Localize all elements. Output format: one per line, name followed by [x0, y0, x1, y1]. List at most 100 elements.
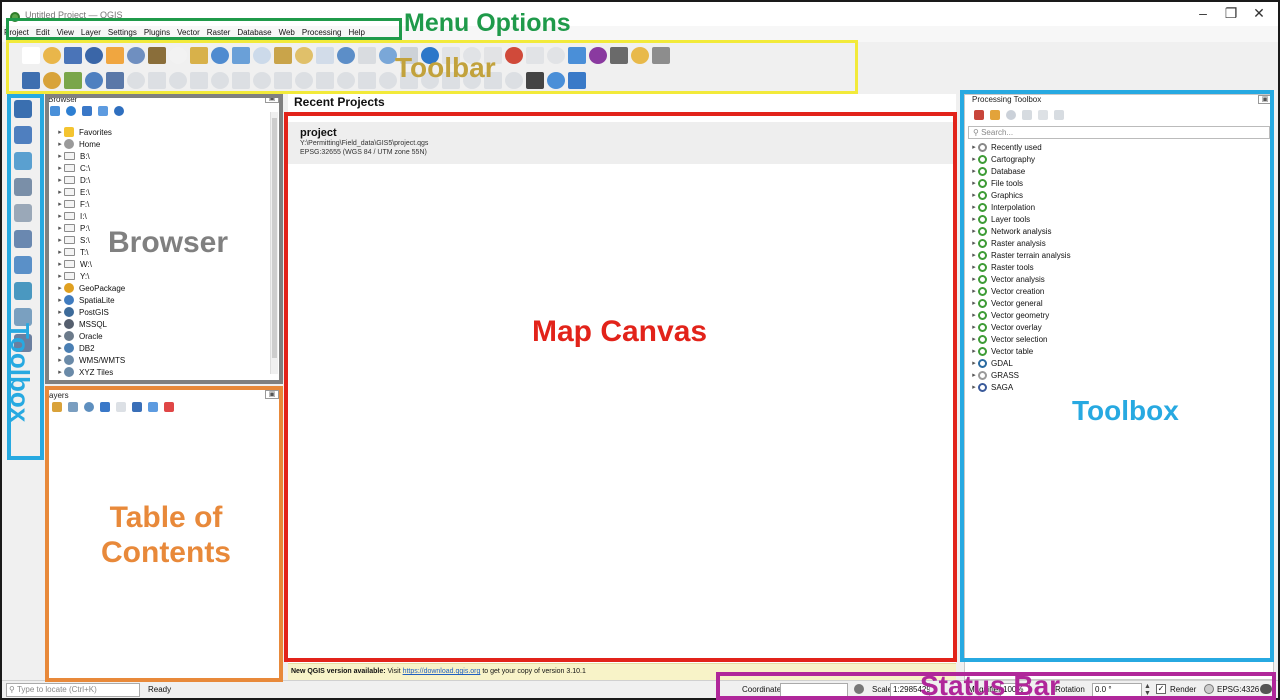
row1-tool-icon-28[interactable] — [589, 46, 607, 64]
row2-tool-icon-9[interactable] — [190, 71, 208, 89]
browser-item[interactable]: ▸ Favorites — [56, 126, 266, 138]
row2-tool-icon-15[interactable] — [316, 71, 334, 89]
row1-tool-icon-14[interactable] — [295, 46, 313, 64]
row2-tool-icon-26[interactable] — [547, 71, 565, 89]
row1-tool-icon-12[interactable] — [253, 46, 271, 64]
browser-item[interactable]: ▸ PostGIS — [56, 306, 266, 318]
row2-tool-icon-6[interactable] — [127, 71, 145, 89]
expand-caret-icon[interactable]: ▸ — [970, 359, 978, 367]
expand-all-icon[interactable] — [132, 402, 142, 412]
toolbox-item-database[interactable]: ▸ Database — [970, 165, 1260, 177]
expand-caret-icon[interactable]: ▸ — [970, 311, 978, 319]
expand-caret-icon[interactable]: ▸ — [970, 215, 978, 223]
add-layer-tool-icon-7[interactable] — [14, 256, 32, 274]
properties-icon[interactable] — [114, 106, 124, 116]
add-layer-tool-icon-8[interactable] — [14, 282, 32, 300]
expand-caret-icon[interactable]: ▸ — [970, 335, 978, 343]
row1-tool-icon-11[interactable] — [232, 46, 250, 64]
toolbox-item-vector-geometry[interactable]: ▸ Vector geometry — [970, 309, 1260, 321]
row1-tool-icon-26[interactable] — [547, 46, 565, 64]
toolbox-item-graphics[interactable]: ▸ Graphics — [970, 189, 1260, 201]
row2-tool-icon-1[interactable] — [22, 71, 40, 89]
toolbox-item-vector-analysis[interactable]: ▸ Vector analysis — [970, 273, 1260, 285]
expression-filter-icon[interactable] — [116, 402, 126, 412]
menu-item-view[interactable]: View — [57, 28, 74, 37]
browser-scrollbar-thumb[interactable] — [272, 118, 277, 358]
browser-item[interactable]: ▸ DB2 — [56, 342, 266, 354]
browser-item[interactable]: ▸ MSSQL — [56, 318, 266, 330]
layers-undock-icon[interactable]: ▣ — [265, 390, 279, 399]
locator-search-input[interactable]: ⚲ Type to locate (Ctrl+K) — [6, 683, 140, 697]
scripts-icon[interactable] — [990, 110, 1000, 120]
remove-layer-icon[interactable] — [164, 402, 174, 412]
browser-item[interactable]: ▸ B:\ — [56, 150, 266, 162]
row1-tool-icon-9[interactable] — [190, 46, 208, 64]
add-layer-tool-icon-6[interactable] — [14, 230, 32, 248]
results-viewer-icon[interactable] — [1022, 110, 1032, 120]
history-icon[interactable] — [1006, 110, 1016, 120]
expand-caret-icon[interactable]: ▸ — [970, 179, 978, 187]
expand-caret-icon[interactable]: ▸ — [970, 239, 978, 247]
row1-tool-icon-6[interactable] — [127, 46, 145, 64]
expand-caret-icon[interactable]: ▸ — [970, 203, 978, 211]
expand-caret-icon[interactable]: ▸ — [970, 155, 978, 163]
menu-item-vector[interactable]: Vector — [177, 28, 200, 37]
restore-button[interactable]: ❐ — [1218, 4, 1244, 22]
filter-icon[interactable] — [82, 106, 92, 116]
row2-tool-icon-16[interactable] — [337, 71, 355, 89]
expand-caret-icon[interactable]: ▸ — [56, 200, 64, 208]
row1-tool-icon-15[interactable] — [316, 46, 334, 64]
row2-tool-icon-3[interactable] — [64, 71, 82, 89]
menu-item-settings[interactable]: Settings — [108, 28, 137, 37]
minimize-button[interactable]: – — [1190, 4, 1216, 22]
expand-caret-icon[interactable]: ▸ — [56, 356, 64, 364]
browser-scrollbar[interactable] — [270, 112, 278, 374]
row1-tool-icon-27[interactable] — [568, 46, 586, 64]
processing-search-input[interactable]: ⚲ Search... — [968, 126, 1270, 139]
expand-caret-icon[interactable]: ▸ — [56, 308, 64, 316]
toolbox-item-saga[interactable]: ▸ SAGA — [970, 381, 1260, 393]
expand-caret-icon[interactable]: ▸ — [970, 299, 978, 307]
expand-caret-icon[interactable]: ▸ — [970, 383, 978, 391]
browser-item[interactable]: ▸ WMS/WMTS — [56, 354, 266, 366]
expand-caret-icon[interactable]: ▸ — [56, 212, 64, 220]
expand-caret-icon[interactable]: ▸ — [970, 275, 978, 283]
messages-icon[interactable] — [1260, 684, 1272, 694]
toolbox-item-layer-tools[interactable]: ▸ Layer tools — [970, 213, 1260, 225]
add-layer-tool-icon-5[interactable] — [14, 204, 32, 222]
row2-tool-icon-24[interactable] — [505, 71, 523, 89]
expand-caret-icon[interactable]: ▸ — [56, 296, 64, 304]
browser-item[interactable]: ▸ F:\ — [56, 198, 266, 210]
add-group-icon[interactable] — [68, 402, 78, 412]
crs-button[interactable]: EPSG:4326 — [1217, 685, 1259, 694]
row1-tool-icon-2[interactable] — [43, 46, 61, 64]
row2-tool-icon-13[interactable] — [274, 71, 292, 89]
row1-tool-icon-4[interactable] — [85, 46, 103, 64]
expand-caret-icon[interactable]: ▸ — [56, 260, 64, 268]
row1-tool-icon-3[interactable] — [64, 46, 82, 64]
toolbox-item-raster-terrain-analysis[interactable]: ▸ Raster terrain analysis — [970, 249, 1260, 261]
expand-caret-icon[interactable]: ▸ — [970, 167, 978, 175]
toolbox-item-vector-creation[interactable]: ▸ Vector creation — [970, 285, 1260, 297]
collapse-all-icon[interactable] — [98, 106, 108, 116]
menu-item-layer[interactable]: Layer — [81, 28, 101, 37]
add-selected-icon[interactable] — [50, 106, 60, 116]
row1-tool-icon-25[interactable] — [526, 46, 544, 64]
row2-tool-icon-14[interactable] — [295, 71, 313, 89]
row1-tool-icon-10[interactable] — [211, 46, 229, 64]
update-download-link[interactable]: https://download.qgis.org — [403, 668, 481, 675]
row2-tool-icon-8[interactable] — [169, 71, 187, 89]
edit-features-in-place-icon[interactable] — [1038, 110, 1048, 120]
toolbox-item-cartography[interactable]: ▸ Cartography — [970, 153, 1260, 165]
models-icon[interactable] — [974, 110, 984, 120]
browser-item[interactable]: ▸ XYZ Tiles — [56, 366, 266, 378]
row1-tool-icon-1[interactable] — [22, 46, 40, 64]
expand-caret-icon[interactable]: ▸ — [56, 248, 64, 256]
expand-caret-icon[interactable]: ▸ — [56, 284, 64, 292]
expand-caret-icon[interactable]: ▸ — [970, 347, 978, 355]
row1-tool-icon-16[interactable] — [337, 46, 355, 64]
menu-item-help[interactable]: Help — [348, 28, 364, 37]
expand-caret-icon[interactable]: ▸ — [56, 224, 64, 232]
expand-caret-icon[interactable]: ▸ — [56, 176, 64, 184]
row1-tool-icon-31[interactable] — [652, 46, 670, 64]
